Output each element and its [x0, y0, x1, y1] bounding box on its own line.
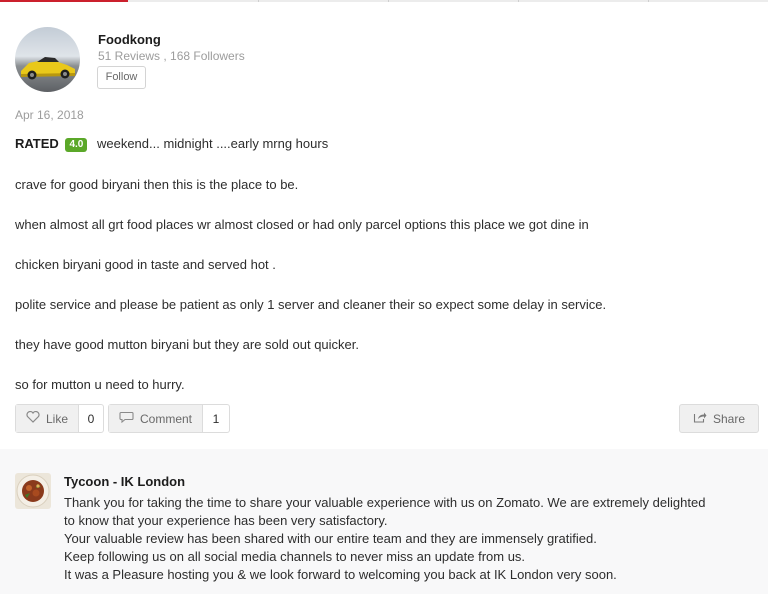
tab-divider	[388, 0, 389, 2]
rating-row: RATED 4.0 weekend... midnight ....early …	[15, 136, 328, 154]
tab-divider	[258, 0, 259, 2]
reviewer-stats: 51 Reviews , 168 Followers	[98, 49, 245, 63]
comment-button[interactable]: Comment	[109, 405, 202, 432]
sports-car-icon	[21, 57, 75, 80]
heart-icon	[26, 410, 40, 426]
top-tab-strip	[0, 0, 768, 2]
tab-divider	[518, 0, 519, 2]
food-plate-icon	[16, 474, 50, 508]
rating-badge: 4.0	[65, 138, 88, 152]
like-button[interactable]: Like	[16, 405, 78, 432]
review-paragraph: chicken biryani good in taste and served…	[15, 257, 276, 272]
like-label: Like	[46, 411, 69, 426]
restaurant-avatar[interactable]	[15, 473, 51, 509]
review-paragraph: when almost all grt food places wr almos…	[15, 217, 589, 232]
review-paragraph: they have good mutton biryani but they a…	[15, 337, 359, 352]
reply-text-line: It was a Pleasure hosting you & we look …	[64, 567, 617, 582]
rated-label: RATED	[15, 136, 59, 151]
share-label: Share	[712, 411, 746, 426]
reply-author-name[interactable]: Tycoon - IK London	[64, 474, 185, 489]
reply-text-line: Thank you for taking the time to share y…	[64, 495, 706, 510]
reply-text-line: Keep following us on all social media ch…	[64, 549, 526, 564]
like-count: 0	[78, 405, 103, 432]
share-icon	[693, 411, 707, 426]
active-tab-indicator	[0, 0, 128, 2]
comment-count[interactable]: 1	[202, 405, 229, 432]
review-paragraph: so for mutton u need to hurry.	[15, 377, 185, 392]
comment-label: Comment	[140, 411, 193, 426]
review-date: Apr 16, 2018	[15, 108, 84, 122]
review-paragraph: crave for good biryani then this is the …	[15, 177, 299, 192]
reviewer-avatar[interactable]	[15, 27, 80, 92]
share-button[interactable]: Share	[679, 404, 759, 433]
follow-button[interactable]: Follow	[97, 66, 146, 89]
reviewer-name[interactable]: Foodkong	[98, 32, 161, 47]
like-button-group: Like 0	[15, 404, 104, 433]
comment-button-group: Comment 1	[108, 404, 230, 433]
reply-text-line: to know that your experience has been ve…	[64, 513, 388, 528]
review-first-line: weekend... midnight ....early mrng hours	[96, 136, 329, 151]
review-paragraph: polite service and please be patient as …	[15, 297, 607, 312]
tab-divider	[648, 0, 649, 2]
comment-icon	[119, 411, 134, 426]
reply-text-line: Your valuable review has been shared wit…	[64, 531, 597, 546]
